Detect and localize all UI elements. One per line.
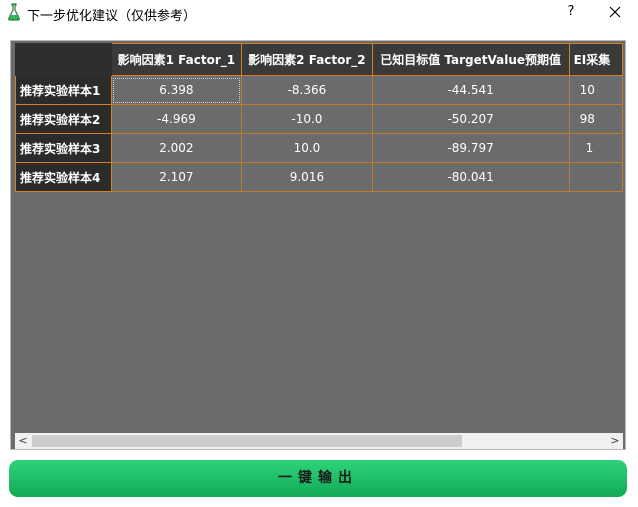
table-cell[interactable]: 1 bbox=[568, 133, 623, 163]
table-cell[interactable]: 2.002 bbox=[110, 133, 243, 163]
table-header-row: 影响因素1 Factor_1 影响因素2 Factor_2 已知目标值 Targ… bbox=[15, 43, 623, 76]
title-bar: 下一步优化建议（仅供参考） ? bbox=[0, 0, 638, 30]
flask-icon bbox=[7, 3, 21, 21]
dialog-window: 下一步优化建议（仅供参考） ? 影响因素1 Factor_1 影响因素2 Fac… bbox=[0, 0, 638, 507]
table-cell[interactable]: 10.0 bbox=[241, 133, 373, 163]
table-cell[interactable]: -10.0 bbox=[241, 104, 373, 134]
results-table-viewport[interactable]: 影响因素1 Factor_1 影响因素2 Factor_2 已知目标值 Targ… bbox=[15, 43, 623, 433]
table-cell[interactable]: -8.366 bbox=[241, 75, 373, 105]
scroll-right-button[interactable]: > bbox=[607, 433, 623, 449]
table-cell[interactable]: 98 bbox=[568, 104, 623, 134]
table-row: 推荐实验样本2 -4.969 -10.0 -50.207 98 bbox=[15, 104, 623, 134]
column-header-ei[interactable]: EI采集 bbox=[568, 43, 623, 76]
table-cell[interactable]: -50.207 bbox=[371, 104, 570, 134]
table-cell[interactable]: 9.016 bbox=[241, 162, 373, 192]
row-header[interactable]: 推荐实验样本1 bbox=[15, 75, 112, 105]
close-icon bbox=[609, 6, 621, 18]
scrollbar-thumb[interactable] bbox=[32, 435, 462, 447]
table-cell[interactable]: -80.041 bbox=[371, 162, 570, 192]
results-table-frame: 影响因素1 Factor_1 影响因素2 Factor_2 已知目标值 Targ… bbox=[10, 40, 626, 450]
table-cell[interactable]: -4.969 bbox=[110, 104, 243, 134]
table-cell[interactable]: 10 bbox=[568, 75, 623, 105]
table-cell[interactable]: 6.398 bbox=[110, 75, 243, 105]
column-header-factor-2[interactable]: 影响因素2 Factor_2 bbox=[241, 43, 373, 76]
table-row: 推荐实验样本1 6.398 -8.366 -44.541 10 bbox=[15, 75, 623, 105]
table-cell[interactable]: 2.107 bbox=[110, 162, 243, 192]
window-title: 下一步优化建议（仅供参考） bbox=[27, 9, 197, 24]
column-header-target-value[interactable]: 已知目标值 TargetValue预期值 bbox=[371, 43, 570, 76]
scroll-left-button[interactable]: < bbox=[15, 433, 31, 449]
help-button[interactable]: ? bbox=[554, 0, 588, 26]
table-row: 推荐实验样本3 2.002 10.0 -89.797 1 bbox=[15, 133, 623, 163]
results-table: 影响因素1 Factor_1 影响因素2 Factor_2 已知目标值 Targ… bbox=[15, 43, 623, 192]
table-cell[interactable]: -44.541 bbox=[371, 75, 570, 105]
export-button[interactable]: 一键输出 bbox=[9, 460, 627, 497]
column-header-factor-1[interactable]: 影响因素1 Factor_1 bbox=[110, 43, 243, 76]
table-cell[interactable]: -89.797 bbox=[371, 133, 570, 163]
row-header[interactable]: 推荐实验样本4 bbox=[15, 162, 112, 192]
row-header[interactable]: 推荐实验样本3 bbox=[15, 133, 112, 163]
table-corner-button[interactable] bbox=[15, 43, 112, 76]
horizontal-scrollbar[interactable]: < > bbox=[15, 433, 623, 449]
row-header[interactable]: 推荐实验样本2 bbox=[15, 104, 112, 134]
table-row: 推荐实验样本4 2.107 9.016 -80.041 bbox=[15, 162, 623, 192]
close-button[interactable] bbox=[598, 0, 632, 26]
table-cell[interactable] bbox=[568, 162, 623, 192]
